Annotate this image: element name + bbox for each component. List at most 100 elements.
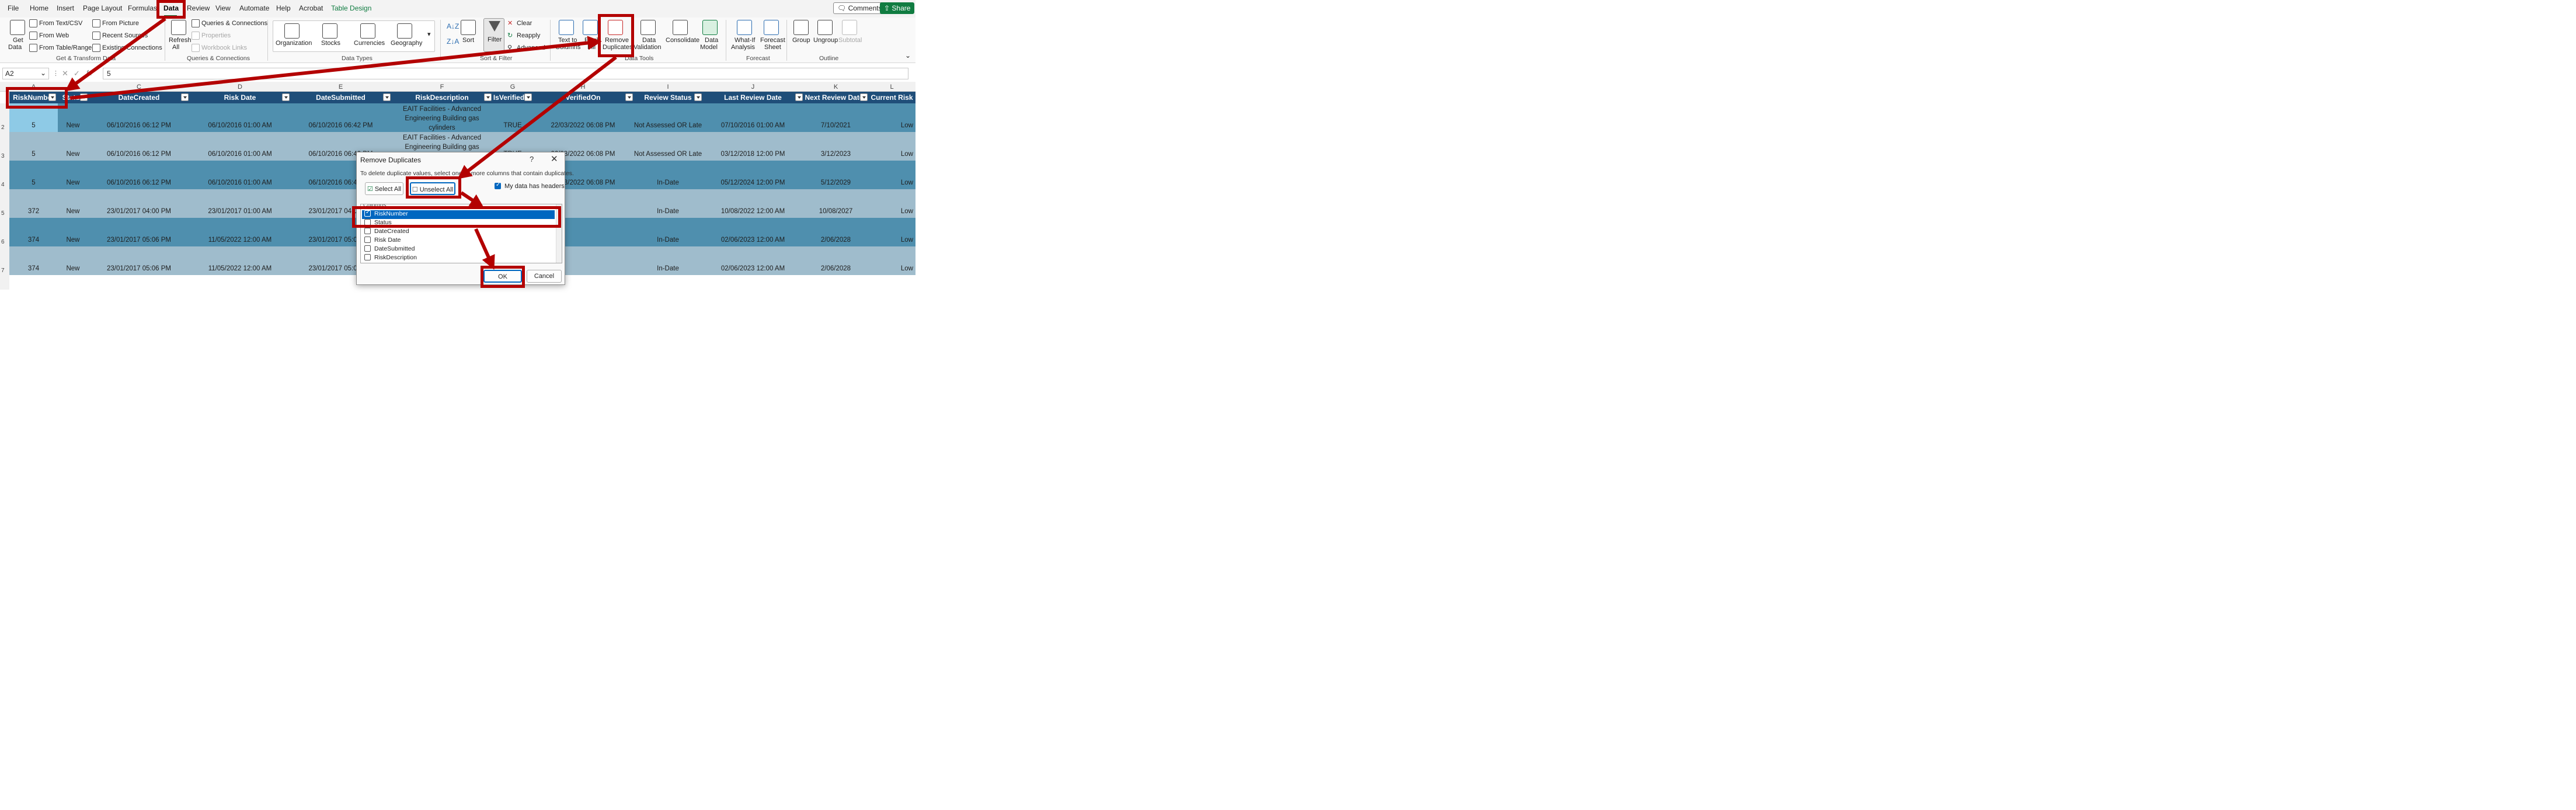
select-all-button[interactable]: ☑ Select All xyxy=(365,182,403,195)
ribbon-collapse-icon[interactable]: ⌄ xyxy=(905,51,911,60)
table-cell[interactable]: 06/10/2016 06:12 PM xyxy=(88,103,190,132)
column-list-item[interactable]: Status xyxy=(362,218,555,228)
table-cell[interactable]: 5/12/2029 xyxy=(803,161,868,189)
column-list-item[interactable]: RiskDescription xyxy=(362,253,555,263)
filter-button[interactable]: Filter xyxy=(483,18,504,52)
filter-dropdown-icon[interactable] xyxy=(860,93,868,101)
tab-home[interactable]: Home xyxy=(30,4,48,12)
share-button[interactable]: ⇪ Share xyxy=(880,2,915,14)
column-list-item[interactable]: DateSubmitted xyxy=(362,245,555,254)
column-list-item[interactable]: RiskNumber xyxy=(362,209,555,219)
column-list-item[interactable]: Risk Date xyxy=(362,236,555,245)
checkbox-unchecked-icon[interactable] xyxy=(364,227,371,234)
checkbox-unchecked-icon[interactable] xyxy=(364,236,371,243)
row-number[interactable]: 3 xyxy=(1,153,5,159)
table-cell[interactable]: 07/10/2016 01:00 AM xyxy=(702,103,803,132)
row-number[interactable]: 4 xyxy=(1,182,5,188)
table-cell[interactable]: In-Date xyxy=(633,218,702,246)
filter-dropdown-icon[interactable] xyxy=(383,93,391,101)
table-cell[interactable]: EAIT Facilities - Advanced Engineering B… xyxy=(391,103,493,132)
table-cell[interactable]: In-Date xyxy=(633,189,702,218)
header-cell[interactable]: Last Review Date xyxy=(702,92,803,103)
row-number[interactable]: 6 xyxy=(1,239,5,245)
tab-file[interactable]: File xyxy=(8,4,19,12)
header-cell[interactable]: RiskDescription xyxy=(391,92,493,103)
table-cell[interactable]: 23/01/2017 05:06 PM xyxy=(88,218,190,246)
header-cell[interactable]: IsVerified xyxy=(493,92,525,103)
checkbox-unchecked-icon[interactable] xyxy=(364,253,371,260)
table-cell[interactable]: In-Date xyxy=(633,246,702,275)
tab-review[interactable]: Review xyxy=(187,4,210,12)
table-cell[interactable]: 06/10/2016 06:42 PM xyxy=(290,103,391,132)
table-cell[interactable]: Low xyxy=(868,246,915,275)
columns-list[interactable]: Columns RiskNumber Status DateCreated Risk … xyxy=(360,204,562,263)
header-cell[interactable]: Current Risk xyxy=(868,92,915,103)
filter-dropdown-icon[interactable] xyxy=(181,93,189,101)
table-cell[interactable]: Not Assessed OR Late xyxy=(633,132,702,161)
ok-button[interactable]: OK xyxy=(483,270,522,283)
table-cell[interactable]: New xyxy=(58,189,88,218)
table-cell[interactable]: 23/01/2017 05:06 PM xyxy=(88,246,190,275)
help-icon[interactable]: ? xyxy=(530,155,534,164)
table-row[interactable]: 5 New 06/10/2016 06:12 PM 06/10/2016 01:00 … xyxy=(9,103,915,132)
table-cell[interactable]: New xyxy=(58,132,88,161)
row-number[interactable]: 2 xyxy=(1,124,5,131)
tab-automate[interactable]: Automate xyxy=(239,4,269,12)
formula-input[interactable]: 5 xyxy=(103,68,908,79)
table-cell[interactable]: 11/05/2022 12:00 AM xyxy=(190,246,290,275)
checkbox-checked-icon[interactable] xyxy=(364,209,371,217)
table-cell[interactable]: 06/10/2016 06:12 PM xyxy=(88,132,190,161)
table-cell[interactable]: 02/06/2023 12:00 AM xyxy=(702,218,803,246)
unselect-all-button[interactable]: ☐ Unselect All xyxy=(410,182,455,195)
filter-dropdown-icon[interactable] xyxy=(48,93,56,101)
header-cell[interactable]: Risk Date xyxy=(190,92,290,103)
filter-dropdown-icon[interactable] xyxy=(282,93,290,101)
filter-dropdown-icon[interactable] xyxy=(524,93,532,101)
sort-az-icon[interactable]: A↓Z xyxy=(447,22,459,30)
comments-button[interactable]: 🗨 Comments xyxy=(833,2,886,14)
table-cell[interactable]: 23/01/2017 01:00 AM xyxy=(190,189,290,218)
row-number[interactable]: 7 xyxy=(1,267,5,274)
table-cell[interactable]: Not Assessed OR Late xyxy=(633,103,702,132)
table-cell[interactable]: Low xyxy=(868,161,915,189)
tab-view[interactable]: View xyxy=(215,4,231,12)
table-cell[interactable]: 03/12/2018 12:00 PM xyxy=(702,132,803,161)
column-list-item[interactable]: DateCreated xyxy=(362,227,555,237)
header-cell[interactable]: DateCreated xyxy=(88,92,190,103)
table-cell[interactable]: New xyxy=(58,218,88,246)
table-cell[interactable]: 10/08/2027 xyxy=(803,189,868,218)
table-cell[interactable]: New xyxy=(58,246,88,275)
table-cell[interactable]: 06/10/2016 01:00 AM xyxy=(190,103,290,132)
table-cell[interactable]: Low xyxy=(868,132,915,161)
table-cell[interactable]: 11/05/2022 12:00 AM xyxy=(190,218,290,246)
tab-page-layout[interactable]: Page Layout xyxy=(83,4,122,12)
table-cell[interactable]: 7/10/2021 xyxy=(803,103,868,132)
tab-help[interactable]: Help xyxy=(276,4,291,12)
cancel-edit-icon[interactable]: ✕ xyxy=(62,69,68,78)
table-cell[interactable]: TRUE xyxy=(493,103,532,132)
table-cell[interactable]: In-Date xyxy=(633,161,702,189)
table-cell[interactable]: 5 xyxy=(9,103,58,132)
table-cell[interactable]: Low xyxy=(868,189,915,218)
table-cell[interactable]: 372 xyxy=(9,189,58,218)
table-cell[interactable]: 06/10/2016 06:12 PM xyxy=(88,161,190,189)
filter-dropdown-icon[interactable] xyxy=(795,93,803,101)
table-cell[interactable]: 10/08/2022 12:00 AM xyxy=(702,189,803,218)
my-data-has-headers-checkbox[interactable]: My data has headers xyxy=(495,182,565,190)
header-cell[interactable]: Review Status xyxy=(633,92,702,103)
tab-table-design[interactable]: Table Design xyxy=(331,4,371,12)
table-cell[interactable]: 23/01/2017 04:00 PM xyxy=(88,189,190,218)
header-cell[interactable]: DateSubmitted xyxy=(290,92,391,103)
row-number[interactable]: 5 xyxy=(1,210,5,217)
tab-formulas[interactable]: Formulas xyxy=(128,4,157,12)
checkbox-unchecked-icon[interactable] xyxy=(364,245,371,252)
checkbox-unchecked-icon[interactable] xyxy=(364,218,371,225)
table-cell[interactable]: 05/12/2024 12:00 PM xyxy=(702,161,803,189)
table-cell[interactable]: 5 xyxy=(9,161,58,189)
name-box[interactable]: A2 ⌄ xyxy=(2,68,49,79)
table-cell[interactable]: New xyxy=(58,103,88,132)
header-cell[interactable]: VerifiedOn xyxy=(532,92,633,103)
filter-dropdown-icon[interactable] xyxy=(80,93,88,101)
filter-dropdown-icon[interactable] xyxy=(694,93,702,101)
list-scrollbar[interactable] xyxy=(556,204,562,263)
